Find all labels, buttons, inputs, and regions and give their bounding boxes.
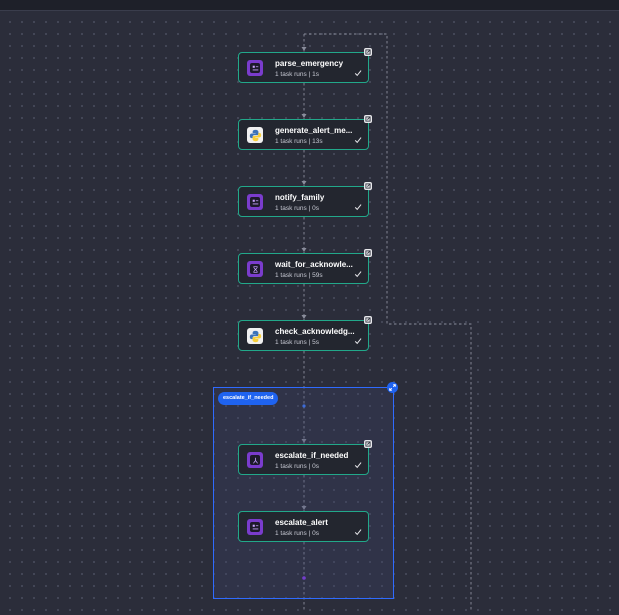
task-name: check_acknowledg... [275, 327, 355, 336]
task-node-parse-emergency[interactable]: parse_emergency 1 task runs | 1s [238, 48, 372, 83]
task-name: escalate_if_needed [275, 451, 349, 460]
task-icon [247, 60, 263, 76]
task-icon [247, 194, 263, 210]
check-icon [354, 137, 362, 144]
task-name: wait_for_acknowle... [275, 260, 353, 269]
check-icon [354, 462, 362, 469]
python-icon [247, 328, 263, 344]
task-group-label[interactable]: escalate_if_needed [218, 392, 279, 405]
open-node-icon[interactable] [364, 440, 372, 448]
check-icon [354, 529, 362, 536]
task-run-summary: 1 task runs | 0s [275, 530, 319, 537]
task-run-summary: 1 task runs | 59s [275, 272, 323, 279]
task-name: notify_family [275, 193, 325, 202]
branch-icon [247, 452, 263, 468]
task-run-summary: 1 task runs | 13s [275, 138, 323, 145]
task-node-escalate-if-needed[interactable]: escalate_if_needed 1 task runs | 0s [238, 440, 372, 475]
task-node-generate-alert-message[interactable]: generate_alert_me... 1 task runs | 13s [238, 115, 372, 150]
wait-icon [247, 261, 263, 277]
open-node-icon[interactable] [364, 316, 372, 324]
task-node-escalate-alert[interactable]: escalate_alert 1 task runs | 0s [238, 511, 369, 542]
task-name: parse_emergency [275, 59, 344, 68]
open-node-icon[interactable] [364, 115, 372, 123]
task-name: generate_alert_me... [275, 126, 353, 135]
open-node-icon[interactable] [364, 48, 372, 56]
check-icon [354, 271, 362, 278]
task-run-summary: 1 task runs | 5s [275, 339, 319, 346]
check-icon [354, 338, 362, 345]
task-name: escalate_alert [275, 518, 328, 527]
task-node-wait-for-acknowledgement[interactable]: wait_for_acknowle... 1 task runs | 59s [238, 249, 372, 284]
task-group-escalate-if-needed[interactable]: escalate_if_needed [213, 382, 398, 599]
task-node-notify-family[interactable]: notify_family 1 task runs | 0s [238, 182, 372, 217]
task-run-summary: 1 task runs | 1s [275, 71, 319, 78]
task-run-summary: 1 task runs | 0s [275, 205, 319, 212]
open-node-icon[interactable] [364, 249, 372, 257]
task-run-summary: 1 task runs | 0s [275, 463, 319, 470]
check-icon [354, 70, 362, 77]
task-icon [247, 519, 263, 535]
open-node-icon[interactable] [364, 182, 372, 190]
check-icon [354, 204, 362, 211]
expand-icon[interactable] [387, 382, 398, 393]
task-node-check-acknowledgement[interactable]: check_acknowledg... 1 task runs | 5s [238, 316, 372, 351]
python-icon [247, 127, 263, 143]
